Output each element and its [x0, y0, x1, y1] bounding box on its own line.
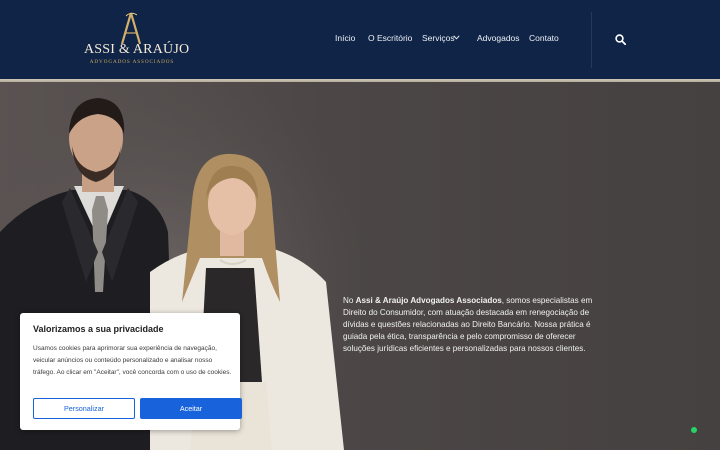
accept-button[interactable]: Aceitar [140, 398, 242, 419]
nav-divider [591, 12, 592, 68]
logo[interactable]: ASSI & ARAÚJO ADVOGADOS ASSOCIADOS [84, 12, 190, 70]
nav-item-inicio[interactable]: Início [335, 33, 355, 43]
chevron-down-icon[interactable] [453, 35, 460, 40]
site-header: ASSI & ARAÚJO ADVOGADOS ASSOCIADOS Iníci… [0, 0, 720, 79]
cookie-consent-banner: Valorizamos a sua privacidade Usamos coo… [20, 313, 242, 430]
nav-item-advogados[interactable]: Advogados [477, 33, 520, 43]
logo-name: ASSI & ARAÚJO [84, 42, 190, 57]
logo-a-mark-icon [120, 12, 142, 45]
cookie-title: Valorizamos a sua privacidade [33, 324, 164, 334]
nav-item-escritorio[interactable]: O Escritório [368, 33, 412, 43]
logo-subtitle: ADVOGADOS ASSOCIADOS [89, 59, 175, 65]
firm-intro-text: No Assi & Araújo Advogados Associados, s… [343, 295, 593, 355]
customize-button[interactable]: Personalizar [33, 398, 135, 419]
search-icon[interactable] [615, 34, 626, 45]
nav-item-contato[interactable]: Contato [529, 33, 559, 43]
intro-prefix: No [343, 296, 356, 305]
nav-item-servicos[interactable]: Serviços [422, 33, 455, 43]
online-status-dot[interactable] [691, 427, 697, 433]
firm-name: Assi & Araújo Advogados Associados [355, 296, 502, 305]
cookie-description: Usamos cookies para aprimorar sua experi… [33, 345, 232, 376]
